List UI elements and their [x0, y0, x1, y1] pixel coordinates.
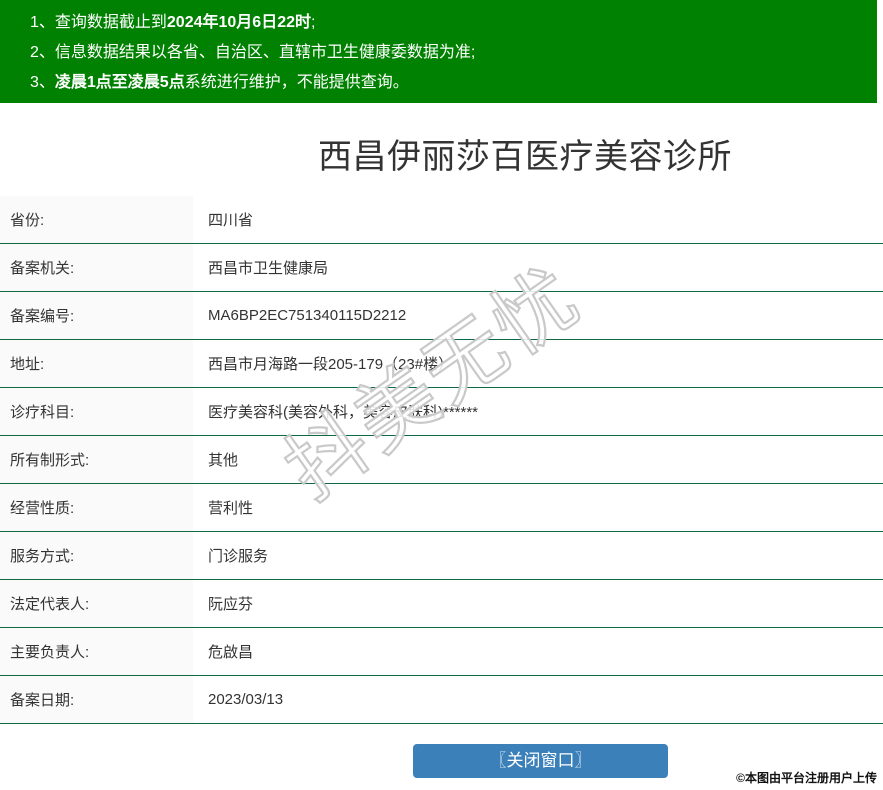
field-value: 2023/03/13 — [208, 691, 284, 708]
field-value: 西昌市月海路一段205-179（23#楼） — [208, 356, 454, 373]
row-ownership-type: 所有制形式: 其他 — [0, 436, 883, 484]
close-window-button[interactable]: 〖关闭窗口〗 — [413, 744, 668, 778]
notice-line-1-bold: 2024年10月6日22时 — [166, 14, 311, 31]
notice-line-3-text: 3、 — [30, 74, 55, 91]
field-value: 西昌市卫生健康局 — [208, 260, 329, 277]
field-label: 所有制形式: — [0, 436, 193, 483]
row-operating-nature: 经营性质: 营利性 — [0, 484, 883, 532]
clinic-title: 西昌伊丽莎百医疗美容诊所 — [318, 138, 732, 176]
notice-line-1: 1、查询数据截止到2024年10月6日22时; — [30, 8, 877, 38]
field-label: 经营性质: — [0, 484, 193, 531]
field-label: 备案编号: — [0, 292, 193, 339]
field-value: 其他 — [208, 452, 239, 469]
row-filing-date: 备案日期: 2023/03/13 — [0, 676, 883, 724]
field-label: 省份: — [0, 196, 193, 243]
image-credit: ©本图由平台注册用户上传 — [736, 771, 877, 785]
row-address: 地址: 西昌市月海路一段205-179（23#楼） — [0, 340, 883, 388]
notice-line-3-bold: 凌晨1点至凌晨5点 — [54, 74, 185, 91]
row-filing-agency: 备案机关: 西昌市卫生健康局 — [0, 244, 883, 292]
notice-line-1-text: 1、查询数据截止到 — [30, 14, 167, 31]
notice-line-2-text: 2、信息数据结果以各省、自治区、直辖市卫生健康委数据为准; — [30, 44, 476, 61]
field-label: 主要负责人: — [0, 628, 193, 675]
field-label: 服务方式: — [0, 532, 193, 579]
row-clinical-subjects: 诊疗科目: 医疗美容科(美容外科，美容皮肤科)****** — [0, 388, 883, 436]
field-value: 危啟昌 — [208, 644, 254, 661]
field-value: 医疗美容科(美容外科，美容皮肤科)****** — [208, 404, 479, 421]
row-principal: 主要负责人: 危啟昌 — [0, 628, 883, 676]
notice-line-2: 2、信息数据结果以各省、自治区、直辖市卫生健康委数据为准; — [30, 38, 877, 68]
info-table: 省份: 四川省 备案机关: 西昌市卫生健康局 备案编号: MA6BP2EC751… — [0, 196, 883, 724]
field-label: 诊疗科目: — [0, 388, 193, 435]
row-province: 省份: 四川省 — [0, 196, 883, 244]
field-value: MA6BP2EC751340115D2212 — [208, 307, 407, 324]
notice-line-3-tail: 系统进行维护，不能提供查询。 — [184, 74, 409, 91]
notice-line-3: 3、凌晨1点至凌晨5点系统进行维护，不能提供查询。 — [30, 68, 877, 98]
field-value: 营利性 — [208, 500, 254, 517]
field-label: 备案日期: — [0, 676, 193, 723]
field-label: 地址: — [0, 340, 193, 387]
row-legal-representative: 法定代表人: 阮应芬 — [0, 580, 883, 628]
field-value: 四川省 — [208, 212, 254, 229]
field-label: 法定代表人: — [0, 580, 193, 627]
row-service-mode: 服务方式: 门诊服务 — [0, 532, 883, 580]
notice-line-1-tail: ; — [311, 14, 316, 31]
field-value: 阮应芬 — [208, 596, 254, 613]
field-label: 备案机关: — [0, 244, 193, 291]
row-filing-number: 备案编号: MA6BP2EC751340115D2212 — [0, 292, 883, 340]
field-value: 门诊服务 — [208, 548, 269, 565]
notice-banner: 1、查询数据截止到2024年10月6日22时; 2、信息数据结果以各省、自治区、… — [0, 0, 877, 103]
